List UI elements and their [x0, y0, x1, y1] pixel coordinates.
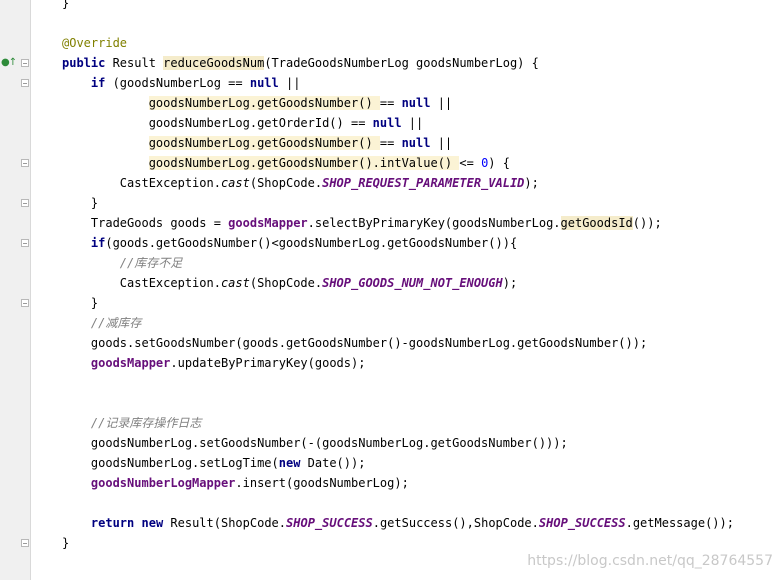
code-line[interactable]: //库存不足 — [62, 253, 734, 273]
code-line[interactable]: //减库存 — [62, 313, 734, 333]
watermark: https://blog.csdn.net/qq_28764557 — [527, 553, 773, 569]
fold-toggle-icon[interactable] — [21, 539, 29, 547]
code-line[interactable]: TradeGoods goods = goodsMapper.selectByP… — [62, 213, 734, 233]
code-line[interactable]: } — [62, 293, 734, 313]
code-line[interactable]: goodsNumberLogMapper.insert(goodsNumberL… — [62, 473, 734, 493]
editor-gutter: ●↑ — [0, 0, 31, 580]
code-line[interactable]: } — [62, 533, 734, 553]
code-line[interactable] — [62, 373, 734, 393]
code-line[interactable]: goodsNumberLog.setGoodsNumber(-(goodsNum… — [62, 433, 734, 453]
code-line[interactable]: goodsNumberLog.getGoodsNumber() == null … — [62, 133, 734, 153]
code-line[interactable]: goodsMapper.updateByPrimaryKey(goods); — [62, 353, 734, 373]
code-editor[interactable]: } @Override public Result reduceGoodsNum(T… — [62, 0, 734, 553]
code-line[interactable]: goodsNumberLog.getGoodsNumber() == null … — [62, 93, 734, 113]
code-line[interactable]: } — [62, 193, 734, 213]
code-line[interactable]: } — [62, 0, 734, 13]
code-line[interactable]: goods.setGoodsNumber(goods.getGoodsNumbe… — [62, 333, 734, 353]
code-line[interactable]: CastException.cast(ShopCode.SHOP_REQUEST… — [62, 173, 734, 193]
fold-toggle-icon[interactable] — [21, 159, 29, 167]
fold-toggle-icon[interactable] — [21, 299, 29, 307]
code-line[interactable]: public Result reduceGoodsNum(TradeGoodsN… — [62, 53, 734, 73]
code-line[interactable]: goodsNumberLog.getOrderId() == null || — [62, 113, 734, 133]
code-line[interactable] — [62, 393, 734, 413]
fold-toggle-icon[interactable] — [21, 239, 29, 247]
code-line[interactable] — [62, 13, 734, 33]
code-line[interactable]: if (goodsNumberLog == null || — [62, 73, 734, 93]
fold-toggle-icon[interactable] — [21, 79, 29, 87]
fold-toggle-icon[interactable] — [21, 59, 29, 67]
override-method-icon[interactable]: ●↑ — [1, 57, 17, 68]
code-line[interactable]: @Override — [62, 33, 734, 53]
code-line[interactable]: //记录库存操作日志 — [62, 413, 734, 433]
code-line[interactable]: CastException.cast(ShopCode.SHOP_GOODS_N… — [62, 273, 734, 293]
code-line[interactable]: if(goods.getGoodsNumber()<goodsNumberLog… — [62, 233, 734, 253]
code-line[interactable]: goodsNumberLog.getGoodsNumber().intValue… — [62, 153, 734, 173]
fold-toggle-icon[interactable] — [21, 199, 29, 207]
code-line[interactable]: goodsNumberLog.setLogTime(new Date()); — [62, 453, 734, 473]
code-line[interactable]: return new Result(ShopCode.SHOP_SUCCESS.… — [62, 513, 734, 533]
code-line[interactable] — [62, 493, 734, 513]
